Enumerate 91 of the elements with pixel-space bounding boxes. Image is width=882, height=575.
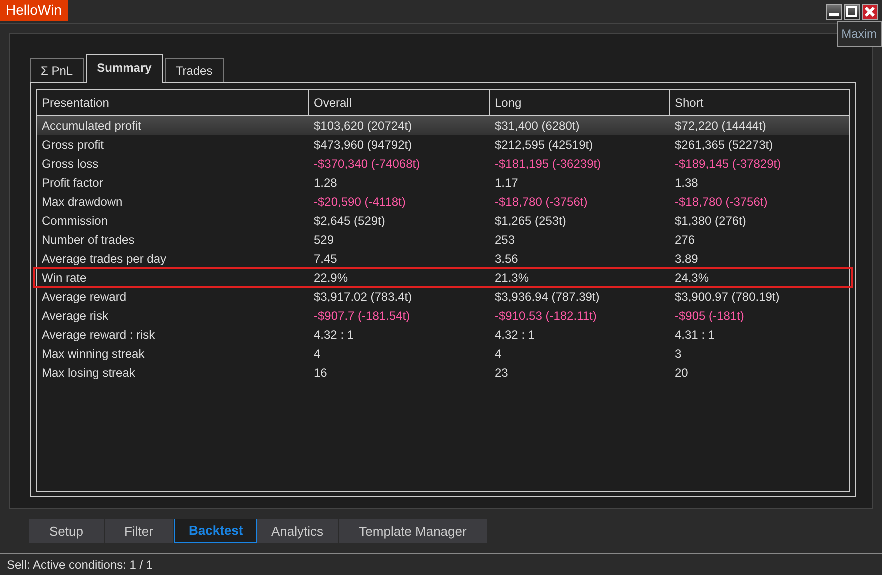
table-cell-text: Average trades per day <box>41 252 168 266</box>
table-cell-text: -$370,340 (-74068t) <box>313 156 422 170</box>
table-cell-text: 4.32 : 1 <box>494 328 536 342</box>
table-cell-text: $31,400 (6280t) <box>494 118 581 132</box>
minimize-icon <box>829 13 839 16</box>
table-cell-text: $261,365 (52273t) <box>674 138 774 152</box>
table-cell-text: 1.17 <box>494 176 520 190</box>
table-cell-text: Profit factor <box>41 176 104 190</box>
tab[interactable]: Backtest <box>174 519 257 543</box>
table-cell-text: 24.3% <box>674 270 710 284</box>
table-row[interactable]: Gross loss -$370,340 (-74068t) -$181,195 (-36239t) -$189,145 (-37829t) <box>37 154 849 173</box>
table-cell-text: $3,917.02 (783.4t) <box>313 290 414 304</box>
tab[interactable]: Summary <box>86 54 163 83</box>
table-row[interactable]: Average reward $3,917.02 (783.4t) $3,936.94 (787.39t) $3,900.97 (780.19t) <box>37 287 849 306</box>
table-cell-text: $2,645 (529t) <box>313 214 386 228</box>
table-cell-text: 4 <box>313 346 322 360</box>
table-cell-text: Gross loss <box>41 156 100 170</box>
column-header[interactable]: Overall <box>309 90 490 115</box>
table-cell-text: Commission <box>41 214 110 228</box>
table-row[interactable]: Profit factor 1.28 1.17 1.38 <box>37 173 849 192</box>
table-row[interactable]: Max winning streak 4 4 3 <box>37 344 849 363</box>
table-cell-text: 4 <box>494 346 503 360</box>
tab[interactable]: Σ PnL <box>30 58 84 82</box>
selected-row[interactable]: Accumulated profit $103,620 (20724t) $31,400 (6280t) $72,220 (14444t) <box>37 116 849 135</box>
table-cell-text: 3.89 <box>674 252 700 266</box>
table-cell-text: $1,265 (253t) <box>494 214 568 228</box>
table-row[interactable]: Gross profit $473,960 (94792t) $212,595 (42519t) $261,365 (52273t) <box>37 135 849 154</box>
table-cell-text: 16 <box>313 366 328 380</box>
column-header[interactable]: Presentation <box>37 90 309 115</box>
table-cell-text: Accumulated profit <box>41 118 142 132</box>
table-cell-text: Max winning streak <box>41 346 146 360</box>
table-cell-text: -$189,145 (-37829t) <box>674 156 782 170</box>
table-cell-text: 23 <box>494 366 510 380</box>
maximize-icon <box>846 6 858 18</box>
table-cell-text: -$20,590 (-4118t) <box>313 194 407 208</box>
table-row[interactable]: Number of trades 529 253 276 <box>37 230 849 249</box>
table-cell-text: 276 <box>674 232 696 246</box>
table-cell-text: 3.56 <box>494 252 520 266</box>
table-row[interactable]: Average reward : risk 4.32 : 1 4.32 : 1 4.31 : 1 <box>37 325 849 344</box>
tab[interactable]: Trades <box>164 58 224 82</box>
table-cell-text: 529 <box>313 232 336 246</box>
table-cell-text: Max losing streak <box>41 366 136 380</box>
table-cell-text: -$907.7 (-181.54t) <box>313 308 412 322</box>
table-cell-text: 1.38 <box>674 176 700 190</box>
table-cell-text: $1,380 (276t) <box>674 214 748 228</box>
table-cell-text: 1.28 <box>313 176 338 190</box>
table-cell-text: $72,220 (14444t) <box>674 118 768 132</box>
table-cell-text: Number of trades <box>41 232 136 246</box>
table-cell-text: 7.45 <box>313 252 338 266</box>
table-cell-text: $473,960 (94792t) <box>313 138 414 152</box>
table-cell-text: 20 <box>674 366 690 380</box>
table-cell-text: 3 <box>674 346 683 360</box>
table-cell-text: Max drawdown <box>41 194 124 208</box>
table-cell-text: $3,900.97 (780.19t) <box>674 290 781 304</box>
table-row[interactable]: Average risk -$907.7 (-181.54t) -$910.53 (-182.11t) -$905 (-181t) <box>37 306 849 325</box>
table-cell-text: 22.9% <box>313 270 350 284</box>
tab[interactable]: Setup <box>29 519 105 543</box>
table-cell-text: -$18,780 (-3756t) <box>494 194 589 208</box>
tab[interactable]: Analytics <box>257 519 339 543</box>
table-cell-text: 21.3% <box>494 270 530 284</box>
close-icon <box>864 6 876 18</box>
table-cell-text: Win rate <box>41 270 88 284</box>
table-cell-text: Gross profit <box>41 138 106 152</box>
highlighted-row[interactable]: Win rate 22.9% 21.3% 24.3% <box>34 268 852 287</box>
table-cell-text: -$18,780 (-3756t) <box>674 194 769 208</box>
table-row[interactable]: Commission $2,645 (529t) $1,265 (253t) $1,380 (276t) <box>37 211 849 230</box>
status-text: Sell: Active conditions: 1 / 1 <box>7 558 154 572</box>
table-cell-text: 253 <box>494 232 516 246</box>
close-button[interactable] <box>862 4 878 20</box>
window-title: HelloWin <box>0 0 68 21</box>
column-header[interactable]: Long <box>490 90 670 115</box>
minimize-button[interactable] <box>826 4 842 20</box>
tab[interactable]: Filter <box>105 519 174 543</box>
table-cell-text: 4.32 : 1 <box>313 328 356 342</box>
table-row[interactable]: Max drawdown -$20,590 (-4118t) -$18,780 (-3756t) -$18,780 (-3756t) <box>37 192 849 211</box>
table-cell-text: -$910.53 (-182.11t) <box>494 308 598 322</box>
table-cell-text: -$905 (-181t) <box>674 308 746 322</box>
tab[interactable]: Template Manager <box>339 519 488 543</box>
column-header[interactable]: Short <box>670 90 849 115</box>
table-cell-text: $3,936.94 (787.39t) <box>494 290 601 304</box>
table-row[interactable]: Average trades per day 7.45 3.56 3.89 <box>37 249 849 268</box>
table-cell-text: -$181,195 (-36239t) <box>494 156 602 170</box>
table-cell-text: Average risk <box>41 308 110 322</box>
table-cell-text: $103,620 (20724t) <box>313 118 414 132</box>
table-cell-text: 4.31 : 1 <box>674 328 716 342</box>
maximize-button[interactable] <box>844 4 860 20</box>
table-row[interactable]: Max losing streak 16 23 20 <box>37 363 849 382</box>
table-cell-text: Average reward : risk <box>41 328 156 342</box>
table-cell-text: $212,595 (42519t) <box>494 138 594 152</box>
tooltip: Maxim <box>836 21 882 47</box>
table-cell-text: Average reward <box>41 290 128 304</box>
